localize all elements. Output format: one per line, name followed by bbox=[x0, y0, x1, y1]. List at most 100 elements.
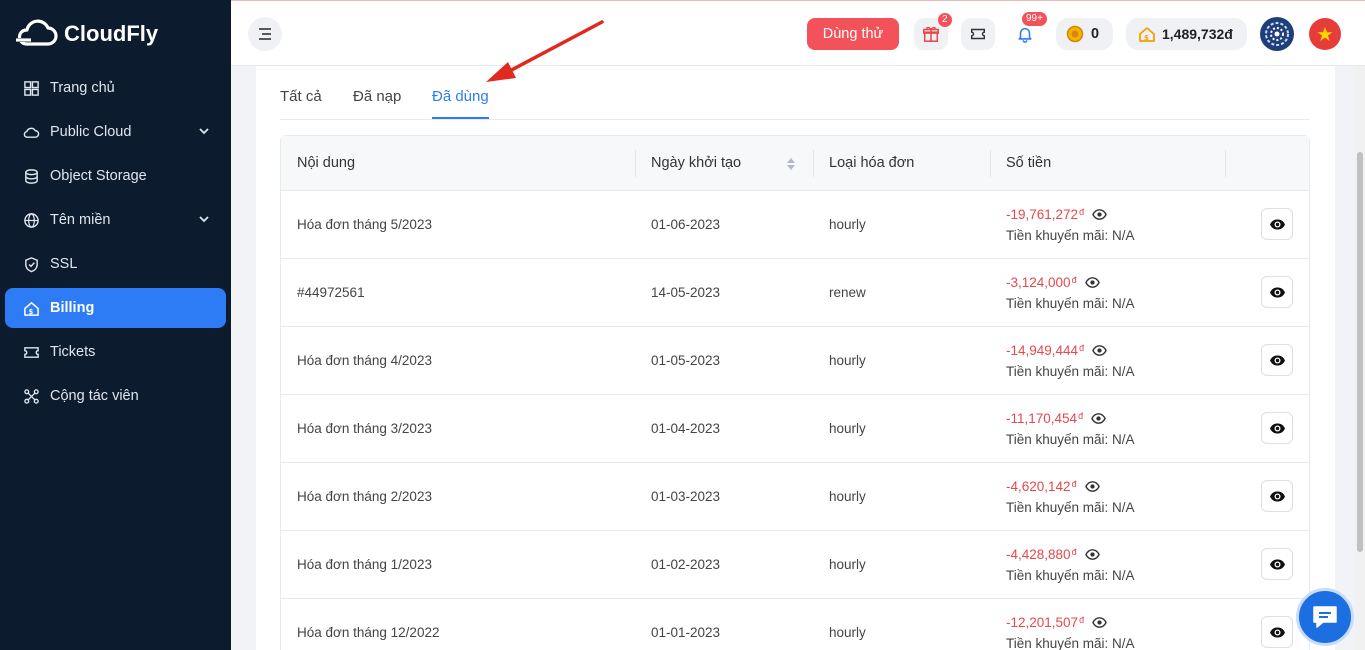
language-flag-button[interactable] bbox=[1309, 18, 1341, 50]
wallet-home-icon: $ bbox=[1139, 27, 1155, 42]
wallet-balance[interactable]: $ 1,489,732đ bbox=[1126, 18, 1247, 50]
billing-table: Nội dung Ngày khởi tạo Loại hóa đơn Số t… bbox=[280, 135, 1310, 650]
invoice-type: renew bbox=[829, 285, 866, 300]
voucher-button[interactable] bbox=[961, 18, 995, 50]
coin-balance[interactable]: 0 bbox=[1056, 18, 1113, 50]
eye-icon[interactable] bbox=[1092, 343, 1107, 358]
avatar-pattern-icon bbox=[1261, 18, 1293, 50]
invoice-type: hourly bbox=[829, 489, 866, 504]
sidebar-item-public-cloud[interactable]: Public Cloud bbox=[5, 112, 226, 152]
invoice-date: 01-06-2023 bbox=[651, 217, 721, 232]
shield-icon bbox=[22, 255, 40, 273]
tab-all[interactable]: Tất cả bbox=[280, 88, 322, 119]
notification-badge: 99+ bbox=[1022, 12, 1047, 26]
bell-icon bbox=[1018, 27, 1032, 43]
brand-logo[interactable]: CloudFly bbox=[16, 16, 158, 52]
menu-toggle-button[interactable] bbox=[248, 17, 282, 51]
eye-icon[interactable] bbox=[1092, 207, 1107, 222]
try-button[interactable]: Dùng thử bbox=[807, 18, 899, 50]
sidebar-item-label: Object Storage bbox=[50, 168, 147, 184]
promo-amount: Tiền khuyến mãi: N/A bbox=[1006, 364, 1135, 379]
invoice-content: Hóa đơn tháng 12/2022 bbox=[297, 625, 440, 640]
balance-amount: 1,489,732đ bbox=[1162, 26, 1233, 42]
page-scrollbar[interactable] bbox=[1355, 66, 1365, 650]
eye-icon bbox=[1269, 559, 1285, 569]
view-invoice-button[interactable] bbox=[1261, 412, 1293, 444]
column-header-amount: Số tiền bbox=[1006, 155, 1052, 171]
view-invoice-button[interactable] bbox=[1261, 548, 1293, 580]
view-invoice-button[interactable] bbox=[1261, 480, 1293, 512]
network-icon bbox=[22, 387, 40, 405]
promo-amount: Tiền khuyến mãi: N/A bbox=[1006, 432, 1135, 447]
user-avatar[interactable] bbox=[1260, 17, 1294, 51]
vietnam-flag-icon bbox=[1317, 27, 1333, 41]
sidebar-item-trang-chủ[interactable]: Trang chủ bbox=[5, 68, 226, 108]
table-body: Hóa đơn tháng 5/2023 01-06-2023 hourly -19,… bbox=[281, 191, 1309, 650]
eye-icon[interactable] bbox=[1084, 547, 1100, 562]
eye-icon bbox=[1269, 287, 1285, 297]
view-invoice-button[interactable] bbox=[1261, 208, 1293, 240]
view-invoice-button[interactable] bbox=[1261, 616, 1293, 648]
tab-topup[interactable]: Đã nạp bbox=[353, 88, 401, 119]
billing-home-icon: $ bbox=[22, 299, 40, 317]
chevron-down-icon[interactable] bbox=[197, 124, 211, 138]
eye-icon bbox=[1269, 491, 1285, 501]
view-invoice-button[interactable] bbox=[1261, 344, 1293, 376]
eye-icon bbox=[1269, 423, 1285, 433]
scrollbar-thumb[interactable] bbox=[1357, 152, 1363, 552]
eye-icon[interactable] bbox=[1084, 275, 1100, 290]
column-header-date[interactable]: Ngày khởi tạo bbox=[651, 136, 741, 191]
invoice-type: hourly bbox=[829, 353, 866, 368]
currency-mark: đ bbox=[1079, 206, 1085, 217]
amount-value: -19,761,272 bbox=[1006, 207, 1079, 222]
eye-icon[interactable] bbox=[1092, 615, 1107, 630]
currency-mark: đ bbox=[1071, 546, 1077, 557]
brand-name: CloudFly bbox=[64, 21, 159, 46]
sort-icon[interactable] bbox=[786, 156, 796, 172]
table-row: Hóa đơn tháng 4/2023 01-05-2023 hourly -14,… bbox=[281, 327, 1309, 395]
sidebar-item-object-storage[interactable]: Object Storage bbox=[5, 156, 226, 196]
table-row: Hóa đơn tháng 12/2022 01-01-2023 hourly -12… bbox=[281, 599, 1309, 650]
invoice-content: Hóa đơn tháng 2/2023 bbox=[297, 489, 432, 504]
menu-icon bbox=[259, 28, 271, 40]
column-divider bbox=[635, 150, 636, 177]
invoice-type: hourly bbox=[829, 625, 866, 640]
chevron-down-icon[interactable] bbox=[197, 212, 211, 226]
sidebar-item-cộng-tác-viên[interactable]: Cộng tác viên bbox=[5, 376, 226, 416]
currency-mark: đ bbox=[1079, 342, 1085, 353]
svg-text:$: $ bbox=[1144, 34, 1149, 42]
database-icon bbox=[22, 167, 40, 185]
sidebar-item-tickets[interactable]: Tickets bbox=[5, 332, 226, 372]
promo-amount: Tiền khuyến mãi: N/A bbox=[1006, 636, 1135, 650]
column-divider bbox=[1225, 150, 1226, 177]
amount-value: -14,949,444 bbox=[1006, 343, 1079, 358]
promo-amount: Tiền khuyến mãi: N/A bbox=[1006, 296, 1135, 311]
promo-amount: Tiền khuyến mãi: N/A bbox=[1006, 568, 1135, 583]
eye-icon[interactable] bbox=[1084, 479, 1100, 494]
amount-value: -3,124,000 bbox=[1006, 275, 1071, 290]
sidebar-item-label: Cộng tác viên bbox=[50, 388, 139, 404]
promo-amount: Tiền khuyến mãi: N/A bbox=[1006, 228, 1135, 243]
currency-mark: đ bbox=[1079, 614, 1085, 625]
table-row: Hóa đơn tháng 1/2023 01-02-2023 hourly -4,4… bbox=[281, 531, 1309, 599]
invoice-amount: -14,949,444 đ bbox=[1006, 343, 1107, 358]
amount-value: -12,201,507 bbox=[1006, 615, 1079, 630]
invoice-amount: -4,428,880 đ bbox=[1006, 547, 1100, 562]
tab-used[interactable]: Đã dùng bbox=[432, 88, 489, 119]
annotation-arrow-icon bbox=[486, 20, 604, 82]
table-row: Hóa đơn tháng 5/2023 01-06-2023 hourly -19,… bbox=[281, 191, 1309, 259]
sidebar-item-tên-miền[interactable]: Tên miền bbox=[5, 200, 226, 240]
notification-button[interactable]: 99+ bbox=[1008, 12, 1047, 50]
gift-button[interactable]: 2 bbox=[914, 13, 952, 50]
invoice-date: 01-04-2023 bbox=[651, 421, 721, 436]
chat-widget-button[interactable] bbox=[1296, 588, 1354, 646]
eye-icon bbox=[1269, 627, 1285, 637]
eye-icon[interactable] bbox=[1091, 411, 1106, 426]
invoice-amount: -4,620,142 đ bbox=[1006, 479, 1100, 494]
amount-value: -11,170,454 bbox=[1006, 411, 1078, 426]
currency-mark: đ bbox=[1071, 274, 1077, 285]
view-invoice-button[interactable] bbox=[1261, 276, 1293, 308]
sidebar-item-ssl[interactable]: SSL bbox=[5, 244, 226, 284]
sidebar-item-label: SSL bbox=[50, 256, 78, 272]
sidebar-item-billing[interactable]: $ Billing bbox=[5, 288, 226, 328]
